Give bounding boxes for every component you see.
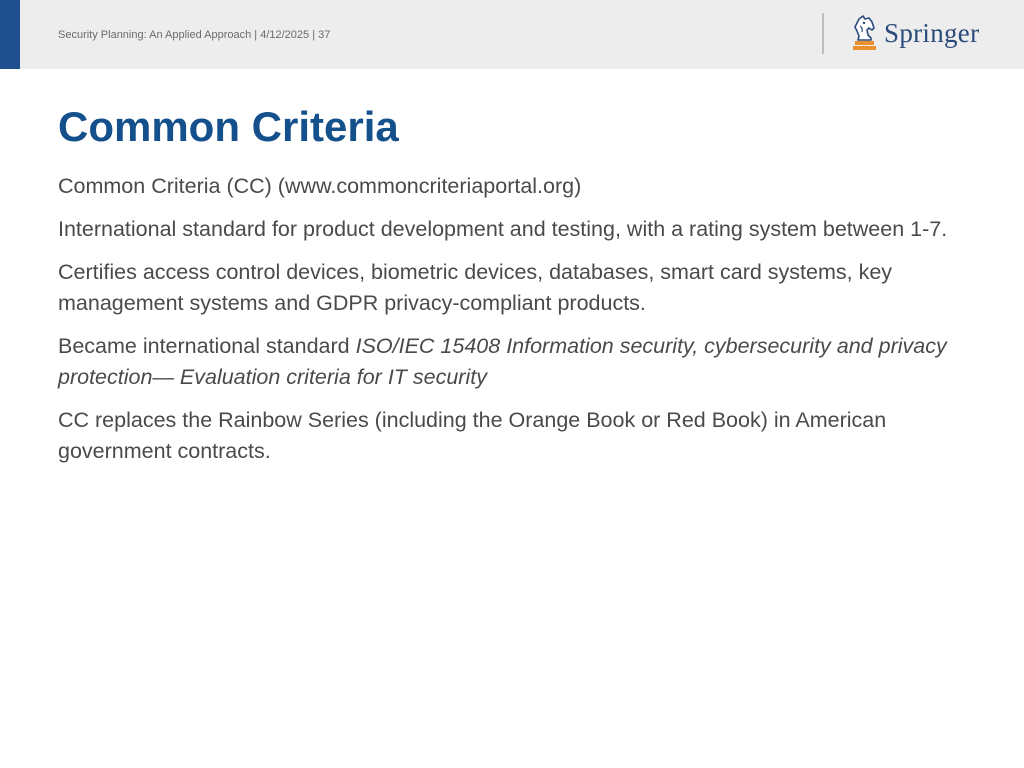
springer-logo: Springer [850, 13, 979, 53]
accent-strip [0, 0, 20, 69]
iso-prefix-text: Became international standard [58, 334, 356, 358]
paragraph-iso-standard: Became international standard ISO/IEC 15… [58, 331, 963, 393]
publisher-name: Springer [884, 17, 980, 48]
paragraph-cc-intro: Common Criteria (CC) (www.commoncriteria… [58, 174, 582, 198]
slide: Security Planning: An Applied Approach |… [0, 0, 1024, 768]
header-divider [822, 13, 824, 54]
springer-chess-knight-icon [853, 15, 876, 50]
paragraph-rainbow-series: CC replaces the Rainbow Series (includin… [58, 408, 887, 463]
paragraph-certifies: Certifies access control devices, biomet… [58, 260, 893, 315]
slide-body: Common Criteria (CC) (www.commoncriteria… [58, 171, 963, 479]
header-bar: Security Planning: An Applied Approach |… [0, 0, 1024, 69]
paragraph-international-standard: International standard for product devel… [58, 217, 948, 241]
course-info: Security Planning: An Applied Approach |… [58, 29, 331, 41]
slide-title: Common Criteria [58, 103, 399, 150]
